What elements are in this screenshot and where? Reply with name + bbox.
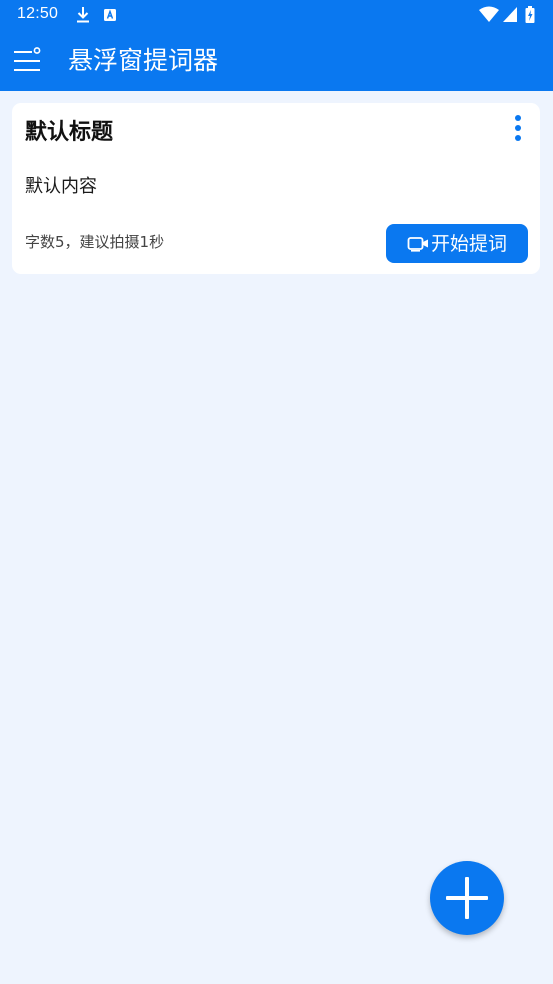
script-content: 默认内容 [25,176,97,197]
more-options-button[interactable] [509,113,527,145]
start-prompt-label: 开始提词 [430,232,507,255]
video-camera-icon [407,236,428,252]
menu-button[interactable] [10,44,46,78]
script-title: 默认标题 [25,120,114,145]
signal-icon [503,7,517,22]
script-stats: 字数5，建议拍摄1秒 [25,233,165,251]
start-prompt-button[interactable]: 开始提词 [386,224,528,263]
app-bar: 悬浮窗提词器 [0,30,553,91]
wifi-icon [479,6,499,22]
add-icon [446,877,488,919]
script-card[interactable]: 默认标题 默认内容 字数5，建议拍摄1秒 开始提词 [12,103,540,274]
menu-icon [14,47,41,71]
app-title: 悬浮窗提词器 [68,46,219,75]
download-icon [77,7,89,23]
more-vertical-icon [515,115,521,141]
status-time: 12:50 [17,5,59,22]
status-bar: 12:50 [0,0,553,30]
battery-charging-icon [525,6,535,23]
add-script-fab[interactable] [430,861,504,935]
a-notification-icon [104,9,116,21]
